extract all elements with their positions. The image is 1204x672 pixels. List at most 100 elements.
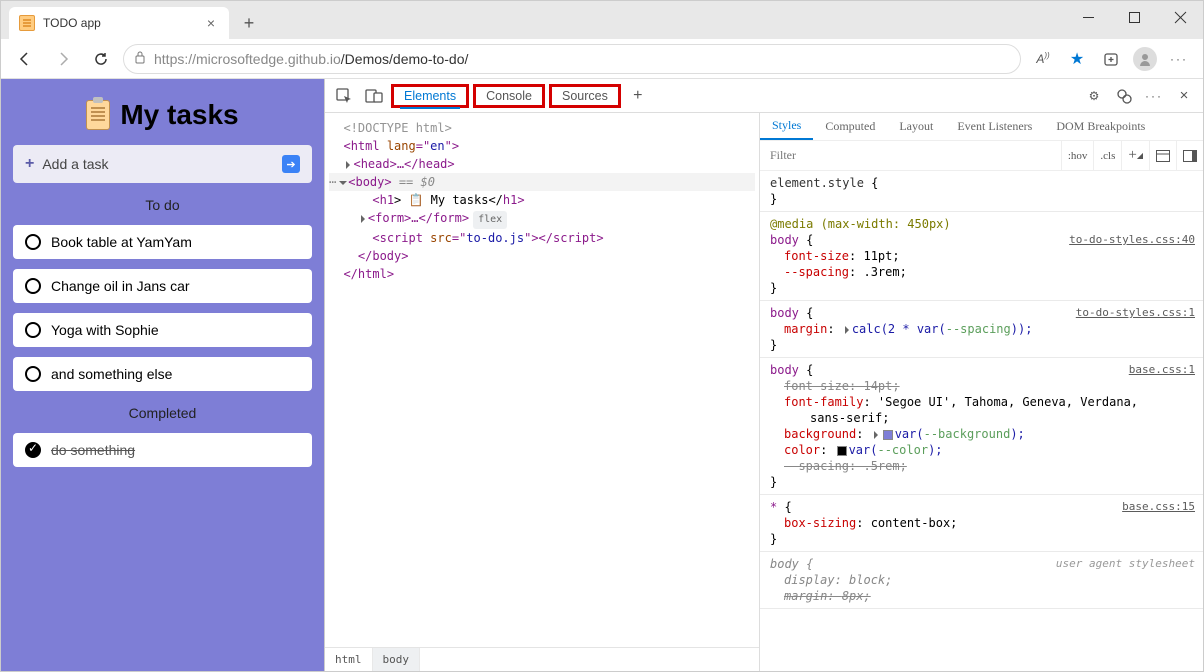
highlight-box: Elements <box>391 84 469 108</box>
checkbox-empty-icon[interactable] <box>25 366 41 382</box>
maximize-button[interactable] <box>1111 1 1157 33</box>
device-toggle-button[interactable] <box>361 83 387 109</box>
panel-icon <box>1156 150 1170 162</box>
task-label: and something else <box>51 366 172 382</box>
add-task-input[interactable]: + Add a task ➔ <box>13 145 312 183</box>
inspect-icon <box>336 88 352 104</box>
text-icon: A)) <box>1036 51 1049 66</box>
feedback-button[interactable] <box>1111 83 1137 109</box>
more-button[interactable]: ··· <box>1163 43 1195 75</box>
checkbox-empty-icon[interactable] <box>25 234 41 250</box>
gear-icon: ⚙ <box>1089 89 1100 103</box>
source-link[interactable]: base.css:15 <box>1122 499 1195 515</box>
tab-sources[interactable]: Sources <box>558 85 612 107</box>
task-label: Yoga with Sophie <box>51 322 159 338</box>
task-item[interactable]: Change oil in Jans car <box>13 269 312 303</box>
todo-app: My tasks + Add a task ➔ To do Book table… <box>1 79 324 671</box>
url-text: https://microsoftedge.github.io/Demos/de… <box>154 51 468 67</box>
address-bar[interactable]: https://microsoftedge.github.io/Demos/de… <box>123 44 1021 74</box>
task-item[interactable]: Book table at YamYam <box>13 225 312 259</box>
new-tab-button[interactable]: + <box>233 7 265 39</box>
task-item[interactable]: and something else <box>13 357 312 391</box>
content-area: My tasks + Add a task ➔ To do Book table… <box>1 79 1203 671</box>
cls-button[interactable]: .cls <box>1093 141 1121 170</box>
crumb-html[interactable]: html <box>325 648 373 671</box>
read-aloud-button[interactable]: A)) <box>1027 43 1059 75</box>
css-rule[interactable]: body {to-do-styles.css:1 margin: calc(2 … <box>760 301 1203 358</box>
more-tabs-button[interactable]: + <box>625 83 651 109</box>
app-title: My tasks <box>13 99 312 131</box>
collections-button[interactable] <box>1095 43 1127 75</box>
sidebar-icon <box>1183 150 1197 162</box>
forward-button[interactable] <box>47 43 79 75</box>
inspect-element-button[interactable] <box>331 83 357 109</box>
minimize-button[interactable] <box>1065 1 1111 33</box>
refresh-button[interactable] <box>85 43 117 75</box>
favorite-button[interactable]: ★ <box>1061 43 1093 75</box>
profile-button[interactable] <box>1129 43 1161 75</box>
refresh-icon <box>93 51 109 67</box>
css-rule[interactable]: element.style { } <box>760 171 1203 212</box>
css-rule[interactable]: * {base.css:15 box-sizing: content-box; … <box>760 495 1203 552</box>
checkbox-empty-icon[interactable] <box>25 278 41 294</box>
tab-elements[interactable]: Elements <box>400 85 460 109</box>
close-window-button[interactable] <box>1157 1 1203 33</box>
tab-event-listeners[interactable]: Event Listeners <box>945 113 1044 140</box>
close-devtools-button[interactable]: × <box>1171 83 1197 109</box>
browser-tab[interactable]: TODO app × <box>9 7 229 39</box>
styles-filter-input[interactable] <box>760 148 1061 163</box>
app-title-text: My tasks <box>120 99 238 131</box>
ellipsis-icon: ··· <box>1145 89 1163 103</box>
task-item[interactable]: Yoga with Sophie <box>13 313 312 347</box>
arrow-right-icon <box>55 51 71 67</box>
task-label: do something <box>51 442 135 458</box>
new-rule-button[interactable]: +◢ <box>1121 141 1149 170</box>
tab-styles[interactable]: Styles <box>760 113 813 140</box>
checkbox-empty-icon[interactable] <box>25 322 41 338</box>
tab-layout[interactable]: Layout <box>887 113 945 140</box>
browser-window: TODO app × + <box>0 0 1204 672</box>
color-swatch-icon[interactable] <box>883 430 893 440</box>
checkbox-checked-icon[interactable] <box>25 442 41 458</box>
tab-dom-breakpoints[interactable]: DOM Breakpoints <box>1044 113 1157 140</box>
completed-heading: Completed <box>13 405 312 421</box>
customize-button[interactable]: ··· <box>1141 83 1167 109</box>
back-button[interactable] <box>9 43 41 75</box>
browser-toolbar: https://microsoftedge.github.io/Demos/de… <box>1 39 1203 79</box>
star-filled-icon: ★ <box>1070 49 1084 69</box>
task-item-done[interactable]: do something <box>13 433 312 467</box>
css-rule[interactable]: @media (max-width: 450px) body {to-do-st… <box>760 212 1203 301</box>
maximize-icon <box>1129 12 1140 23</box>
source-link[interactable]: to-do-styles.css:1 <box>1076 305 1195 321</box>
avatar-icon <box>1133 47 1157 71</box>
tab-console[interactable]: Console <box>482 85 536 107</box>
feedback-icon <box>1116 88 1132 104</box>
source-link[interactable]: base.css:1 <box>1129 362 1195 378</box>
submit-arrow-icon[interactable]: ➔ <box>282 155 300 173</box>
css-rule[interactable]: body {user agent stylesheet display: blo… <box>760 552 1203 609</box>
arrow-left-icon <box>17 51 33 67</box>
hov-button[interactable]: :hov <box>1061 141 1094 170</box>
css-rule[interactable]: body {base.css:1 font-size: 14pt; font-f… <box>760 358 1203 495</box>
minimize-icon <box>1083 12 1094 23</box>
window-controls <box>1065 1 1203 39</box>
task-label: Book table at YamYam <box>51 234 192 250</box>
dom-tree[interactable]: <!DOCTYPE html> <html lang="en"> <head>…… <box>325 113 759 647</box>
titlebar: TODO app × + <box>1 1 1203 39</box>
tab-title: TODO app <box>43 16 195 30</box>
crumb-body[interactable]: body <box>373 648 421 671</box>
tab-computed[interactable]: Computed <box>813 113 887 140</box>
source-link[interactable]: to-do-styles.css:40 <box>1069 232 1195 248</box>
lock-icon <box>134 50 146 67</box>
color-swatch-icon[interactable] <box>837 446 847 456</box>
highlight-box: Sources <box>549 84 621 108</box>
toggle-sidebar-button[interactable] <box>1176 141 1203 170</box>
settings-button[interactable]: ⚙ <box>1081 83 1107 109</box>
css-rules-list[interactable]: element.style { } @media (max-width: 450… <box>760 171 1203 671</box>
computed-toggle-button[interactable] <box>1149 141 1176 170</box>
highlight-box: Console <box>473 84 545 108</box>
close-tab-icon[interactable]: × <box>203 15 219 31</box>
styles-tabs: Styles Computed Layout Event Listeners D… <box>760 113 1203 141</box>
task-label: Change oil in Jans car <box>51 278 190 294</box>
ellipsis-icon: ··· <box>1170 52 1188 66</box>
